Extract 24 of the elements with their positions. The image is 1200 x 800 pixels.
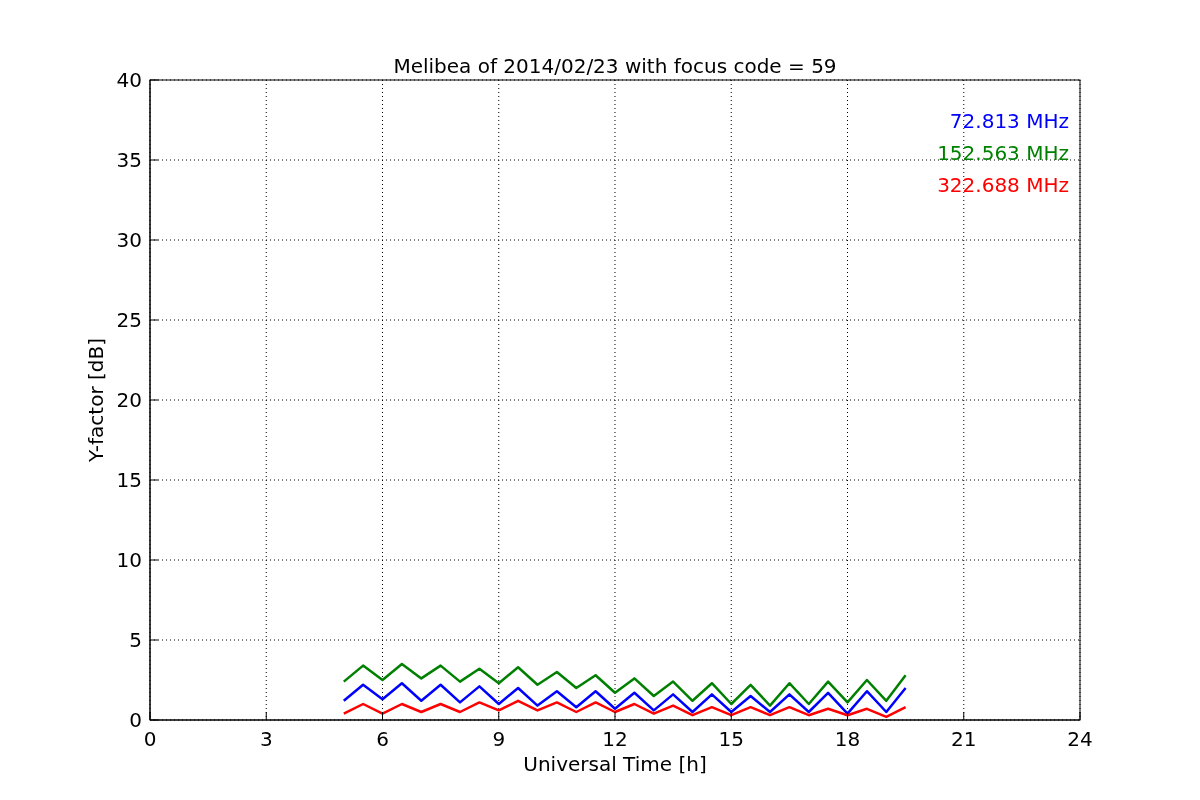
x-tick-label: 9 — [492, 727, 506, 751]
y-tick-label: 0 — [129, 708, 142, 732]
y-tick-label: 30 — [116, 228, 142, 252]
y-tick-label: 10 — [116, 548, 142, 572]
chart-title: Melibea of 2014/02/23 with focus code = 59 — [393, 54, 837, 78]
x-tick-label: 21 — [951, 727, 977, 751]
legend-label: 322.688 MHz — [937, 173, 1069, 197]
y-tick-label: 15 — [116, 468, 142, 492]
x-axis-label: Universal Time [h] — [523, 752, 707, 776]
y-tick-label: 25 — [116, 308, 142, 332]
y-tick-label: 40 — [116, 68, 142, 92]
x-tick-label: 15 — [718, 727, 744, 751]
x-tick-label: 18 — [834, 727, 861, 751]
x-tick-label: 12 — [602, 727, 628, 751]
legend-label: 152.563 MHz — [937, 141, 1069, 165]
y-axis-label: Y-factor [dB] — [84, 338, 108, 462]
y-tick-label: 35 — [116, 148, 142, 172]
x-tick-label: 0 — [143, 727, 157, 751]
x-tick-label: 24 — [1067, 727, 1093, 751]
legend-label: 72.813 MHz — [949, 109, 1069, 133]
x-tick-label: 3 — [259, 727, 273, 751]
y-tick-label: 5 — [129, 628, 142, 652]
x-tick-label: 6 — [376, 727, 389, 751]
y-tick-label: 20 — [116, 388, 142, 412]
